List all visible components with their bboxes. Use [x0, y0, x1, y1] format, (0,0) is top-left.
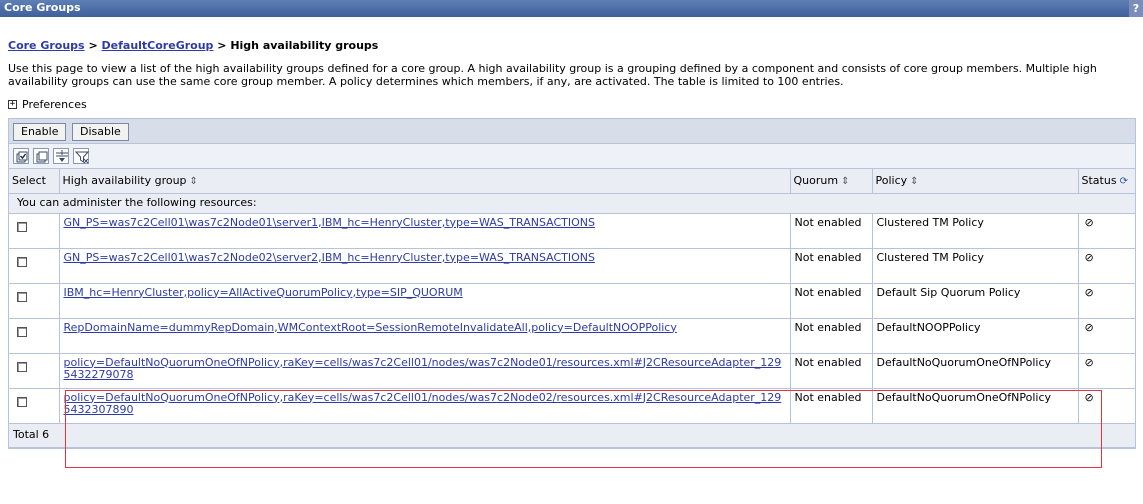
info-row: You can administer the following resourc… [9, 193, 1135, 214]
quorum-cell: Not enabled [790, 388, 873, 424]
group-cell: policy=DefaultNoQuorumOneOfNPolicy,raKey… [59, 353, 791, 389]
select-cell [9, 283, 60, 319]
preferences-toggle[interactable]: + Preferences [8, 97, 1135, 111]
group-cell: GN_PS=was7c2Cell01\was7c2Node02\server2,… [59, 248, 791, 284]
policy-cell: DefaultNOOPPolicy [872, 318, 1079, 354]
column-select-label: Select [12, 174, 46, 188]
deselect-all-icon[interactable] [33, 148, 49, 164]
sort-icon[interactable]: ⇕ [841, 176, 849, 187]
breadcrumb-default-core-group[interactable]: DefaultCoreGroup [102, 39, 214, 52]
main-content: Core Groups > DefaultCoreGroup > High av… [0, 39, 1143, 449]
breadcrumb-separator: > [88, 39, 98, 52]
quorum-cell: Not enabled [790, 318, 873, 354]
window-title: Core Groups [4, 1, 81, 14]
column-status[interactable]: Status ⟳ [1078, 169, 1135, 194]
policy-cell: Clustered TM Policy [872, 248, 1079, 284]
group-link[interactable]: GN_PS=was7c2Cell01\was7c2Node01\server1,… [64, 216, 595, 229]
group-cell: RepDomainName=dummyRepDomain,WMContextRo… [59, 318, 791, 354]
table-row: IBM_hc=HenryCluster,policy=AllActiveQuor… [9, 283, 1135, 319]
group-cell: IBM_hc=HenryCluster,policy=AllActiveQuor… [59, 283, 791, 319]
select-cell [9, 248, 60, 284]
group-link[interactable]: RepDomainName=dummyRepDomain,WMContextRo… [64, 321, 677, 334]
group-link[interactable]: GN_PS=was7c2Cell01\was7c2Node02\server2,… [64, 251, 595, 264]
column-policy-label[interactable]: Policy [876, 174, 908, 187]
table-row: policy=DefaultNoQuorumOneOfNPolicy,raKey… [9, 388, 1135, 424]
column-status-label: Status [1081, 174, 1117, 188]
select-cell [9, 318, 60, 354]
window-titlebar: Core Groups ? [0, 0, 1143, 17]
row-checkbox[interactable] [17, 361, 27, 372]
column-group-label[interactable]: High availability group [63, 174, 187, 187]
group-cell: GN_PS=was7c2Cell01\was7c2Node01\server1,… [59, 213, 791, 249]
table-header-row: Select High availability group ⇕ Quorum ⇕ … [9, 169, 1135, 194]
help-button[interactable]: ? [1129, 0, 1143, 17]
info-text: You can administer the following resourc… [9, 193, 1135, 214]
group-cell: policy=DefaultNoQuorumOneOfNPolicy,raKey… [59, 388, 791, 424]
select-cell [9, 213, 60, 249]
policy-cell: DefaultNoQuorumOneOfNPolicy [872, 388, 1079, 424]
refresh-icon[interactable]: ⟳ [1120, 176, 1128, 187]
status-icon: ⊘ [1078, 283, 1135, 319]
quorum-cell: Not enabled [790, 283, 873, 319]
breadcrumb: Core Groups > DefaultCoreGroup > High av… [8, 39, 1135, 52]
collection-panel: Enable Disable Select High availability … [8, 118, 1136, 449]
policy-cell: Clustered TM Policy [872, 213, 1079, 249]
row-checkbox[interactable] [17, 221, 27, 232]
quorum-cell: Not enabled [790, 213, 873, 249]
total-row: Total 6 [9, 423, 1135, 448]
table-row: GN_PS=was7c2Cell01\was7c2Node02\server2,… [9, 248, 1135, 284]
group-link[interactable]: policy=DefaultNoQuorumOneOfNPolicy,raKey… [64, 391, 782, 416]
column-quorum[interactable]: Quorum ⇕ [790, 169, 873, 194]
select-all-icon[interactable] [13, 148, 29, 164]
sort-icon[interactable]: ⇕ [910, 176, 918, 187]
row-checkbox[interactable] [17, 326, 27, 337]
breadcrumb-core-groups[interactable]: Core Groups [8, 39, 85, 52]
table-toolbar [9, 144, 1135, 169]
quorum-cell: Not enabled [790, 248, 873, 284]
preferences-label[interactable]: Preferences [22, 98, 87, 111]
policy-cell: Default Sip Quorum Policy [872, 283, 1079, 319]
row-checkbox[interactable] [17, 256, 27, 267]
status-icon: ⊘ [1078, 353, 1135, 389]
table-row: policy=DefaultNoQuorumOneOfNPolicy,raKey… [9, 353, 1135, 389]
group-link[interactable]: policy=DefaultNoQuorumOneOfNPolicy,raKey… [64, 356, 782, 381]
group-link[interactable]: IBM_hc=HenryCluster,policy=AllActiveQuor… [64, 286, 463, 299]
quorum-cell: Not enabled [790, 353, 873, 389]
status-icon: ⊘ [1078, 388, 1135, 424]
status-icon: ⊘ [1078, 248, 1135, 284]
column-quorum-label[interactable]: Quorum [794, 174, 839, 187]
row-checkbox[interactable] [17, 291, 27, 302]
enable-button[interactable]: Enable [13, 123, 67, 141]
clear-filter-icon[interactable] [73, 148, 90, 164]
button-bar: Enable Disable [9, 119, 1135, 144]
column-select: Select [9, 169, 60, 194]
column-policy[interactable]: Policy ⇕ [872, 169, 1079, 194]
table-row: RepDomainName=dummyRepDomain,WMContextRo… [9, 318, 1135, 354]
breadcrumb-current: High availability groups [230, 39, 379, 52]
expand-filter-icon[interactable] [53, 148, 69, 164]
ha-groups-table: Select High availability group ⇕ Quorum ⇕ … [9, 169, 1135, 448]
table-row: GN_PS=was7c2Cell01\was7c2Node01\server1,… [9, 213, 1135, 249]
select-cell [9, 388, 60, 424]
disable-button[interactable]: Disable [71, 123, 129, 141]
status-icon: ⊘ [1078, 318, 1135, 354]
status-icon: ⊘ [1078, 213, 1135, 249]
column-group[interactable]: High availability group ⇕ [59, 169, 791, 194]
breadcrumb-separator: > [217, 39, 227, 52]
row-checkbox[interactable] [17, 396, 27, 407]
total-count: Total 6 [9, 423, 1135, 448]
select-cell [9, 353, 60, 389]
policy-cell: DefaultNoQuorumOneOfNPolicy [872, 353, 1079, 389]
expand-icon[interactable]: + [8, 99, 17, 109]
sort-icon[interactable]: ⇕ [190, 176, 198, 187]
page-description: Use this page to view a list of the high… [8, 62, 1097, 88]
